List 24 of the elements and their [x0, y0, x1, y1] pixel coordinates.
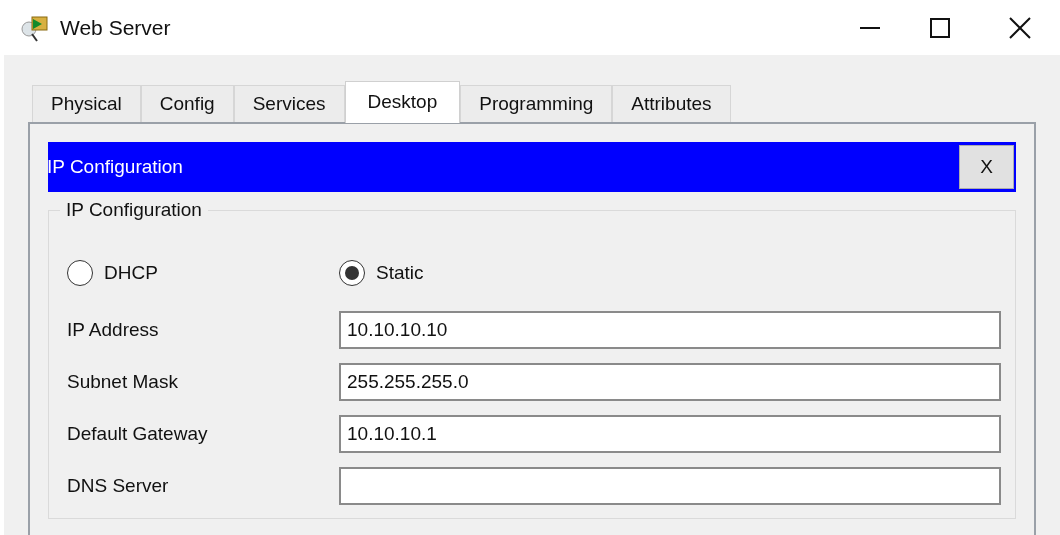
tab[interactable]: Desktop [344, 81, 461, 123]
radio-button[interactable] [339, 260, 365, 286]
input-field[interactable] [339, 467, 1001, 505]
radio-label: Static [376, 260, 424, 285]
minimize-icon [860, 26, 880, 29]
radio-button[interactable] [67, 260, 93, 286]
tab[interactable]: Physical [32, 85, 141, 122]
input-field[interactable]: 10.10.10.1 [339, 415, 1001, 453]
radio-label: DHCP [104, 260, 158, 285]
tab[interactable]: Programming [460, 85, 613, 122]
field-label: IP Address [67, 317, 160, 342]
tab[interactable]: Attributes [612, 85, 731, 122]
tab[interactable]: Services [233, 85, 345, 122]
input-field[interactable]: 10.10.10.10 [339, 311, 1001, 349]
window-title: Web Server [60, 14, 171, 41]
input-field[interactable]: 255.255.255.0 [339, 363, 1001, 401]
close-app-button[interactable]: X [959, 145, 1014, 189]
maximize-icon [930, 17, 950, 38]
header-title: IP Configuration [47, 154, 183, 179]
field-label: Subnet Mask [67, 369, 179, 394]
field-label: Default Gateway [67, 421, 209, 446]
tab[interactable]: Config [140, 85, 234, 122]
close-icon [1009, 16, 1031, 39]
field-label: DNS Server [67, 473, 170, 498]
